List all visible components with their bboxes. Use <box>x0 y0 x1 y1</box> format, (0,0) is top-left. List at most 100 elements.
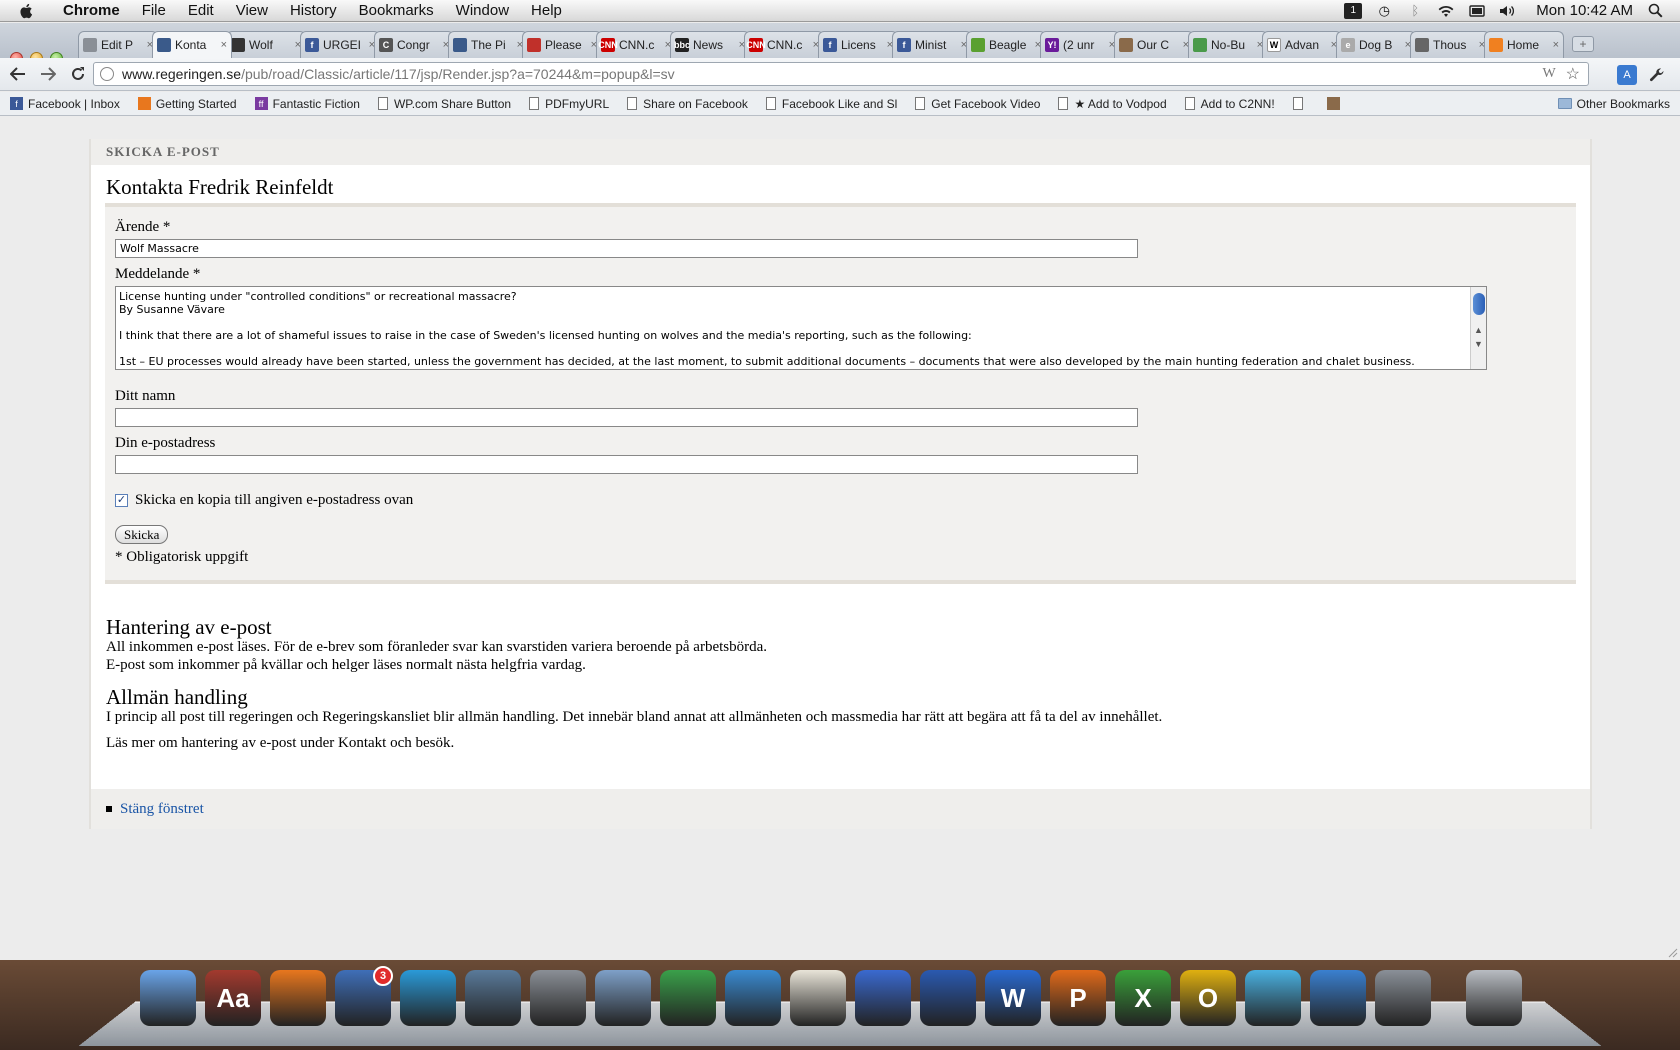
ichat-status-icon[interactable]: 1 <box>1344 2 1363 19</box>
textedit-icon[interactable] <box>790 970 846 1026</box>
bookmark-8[interactable]: ★ Add to Vodpod <box>1058 97 1167 111</box>
itunes-icon[interactable] <box>855 970 911 1026</box>
tab-0[interactable]: Edit P × <box>78 31 158 58</box>
tab-10[interactable]: f Licens × <box>818 31 898 58</box>
tab-15[interactable]: No-Bu × <box>1188 31 1268 58</box>
tab-close-icon[interactable]: × <box>221 39 227 51</box>
download-icon[interactable] <box>1310 970 1366 1026</box>
scrollbar-thumb[interactable] <box>1473 293 1485 315</box>
iphoto-icon[interactable] <box>465 970 521 1026</box>
message-scrollbar[interactable]: ▲ ▼ <box>1470 287 1486 369</box>
copy-checkbox-label[interactable]: Skicka en kopia till angiven e-postadres… <box>135 492 413 509</box>
email-input[interactable] <box>115 455 1138 474</box>
menu-history[interactable]: History <box>279 2 348 19</box>
scroll-down-arrow-icon[interactable]: ▼ <box>1474 339 1483 349</box>
tab-18[interactable]: Thous × <box>1410 31 1490 58</box>
apple-menu-icon[interactable] <box>16 2 38 20</box>
menu-file[interactable]: File <box>131 2 177 19</box>
scroll-up-arrow-icon[interactable]: ▲ <box>1474 325 1483 335</box>
reload-button[interactable] <box>66 62 90 86</box>
menu-bar: Chrome File Edit View History Bookmarks … <box>0 0 1680 22</box>
tab-19[interactable]: Home × <box>1484 31 1564 58</box>
bookmark-7[interactable]: Get Facebook Video <box>915 97 1040 111</box>
flip-video-icon[interactable] <box>400 970 456 1026</box>
tab-16[interactable]: W Advan × <box>1262 31 1342 58</box>
outlook-icon[interactable]: O <box>1180 970 1236 1026</box>
spotlight-search-icon[interactable] <box>1646 3 1664 19</box>
trash-icon[interactable] <box>1466 970 1522 1026</box>
translate-extension-icon[interactable]: A <box>1617 65 1637 85</box>
bookmark-label: Facebook | Inbox <box>28 96 120 111</box>
name-input[interactable] <box>115 408 1138 427</box>
tab-17[interactable]: e Dog B × <box>1336 31 1416 58</box>
tab-7[interactable]: CNN CNN.c × <box>596 31 676 58</box>
excel-icon[interactable]: X <box>1115 970 1171 1026</box>
address-bar[interactable]: www.regeringen.se /pub/road/Classic/arti… <box>93 62 1589 86</box>
battery-icon[interactable] <box>1468 3 1486 19</box>
dictionary-icon[interactable]: Aa <box>205 970 261 1026</box>
bookmark-5[interactable]: Share on Facebook <box>627 97 748 111</box>
bookmark-10[interactable] <box>1292 97 1309 110</box>
time-machine-icon[interactable]: ◷ <box>1375 3 1393 19</box>
menu-bookmarks[interactable]: Bookmarks <box>348 2 445 19</box>
new-tab-button[interactable]: + <box>1572 36 1594 52</box>
finder-icon[interactable] <box>140 970 196 1026</box>
menu-app-chrome[interactable]: Chrome <box>52 2 131 19</box>
bookmark-6[interactable]: Facebook Like and Sl <box>765 97 897 111</box>
menu-clock[interactable]: Mon 10:42 AM <box>1536 2 1633 19</box>
remote-desktop-icon[interactable] <box>1375 970 1431 1026</box>
chrome-icon[interactable] <box>660 970 716 1026</box>
menu-edit[interactable]: Edit <box>177 2 225 19</box>
messenger-icon[interactable] <box>1245 970 1301 1026</box>
tab-4[interactable]: C Congr × <box>374 31 454 58</box>
wifi-icon[interactable] <box>1437 3 1455 19</box>
bookmark-4[interactable]: PDFmyURL <box>529 97 609 111</box>
thunderbird-icon[interactable]: 3 <box>335 966 393 1026</box>
close-window-link[interactable]: Stäng fönstret <box>120 801 204 818</box>
tab-1[interactable]: Konta × <box>152 31 232 58</box>
regeringen-icon <box>453 38 467 52</box>
message-textarea[interactable]: License hunting under "controlled condit… <box>115 286 1487 370</box>
bookmark-star-icon[interactable]: ☆ <box>1566 64 1580 84</box>
tab-12[interactable]: Beagle × <box>966 31 1046 58</box>
bookmark-11[interactable] <box>1326 97 1345 110</box>
forward-button[interactable] <box>36 62 60 86</box>
wikipedia-extension-icon[interactable]: W <box>1542 66 1555 82</box>
tab-8[interactable]: bbc News × <box>670 31 750 58</box>
menu-window[interactable]: Window <box>445 2 520 19</box>
tab-3[interactable]: f URGEI × <box>300 31 380 58</box>
resize-grip-icon[interactable] <box>1668 948 1678 958</box>
quicktime-icon[interactable] <box>920 970 976 1026</box>
copy-checkbox[interactable]: ✓ <box>115 494 128 507</box>
system-preferences-icon[interactable] <box>530 970 586 1026</box>
bookmark-1[interactable]: Getting Started <box>137 97 237 111</box>
word-icon[interactable]: W <box>985 970 1041 1026</box>
menu-view[interactable]: View <box>225 2 279 19</box>
tab-14[interactable]: Our C × <box>1114 31 1194 58</box>
tab-2[interactable]: Wolf × <box>226 31 306 58</box>
submit-button[interactable]: Skicka <box>115 525 169 544</box>
bookmark-3[interactable]: WP.com Share Button <box>377 97 511 111</box>
wrench-menu-icon[interactable] <box>1647 65 1667 85</box>
safari-icon[interactable] <box>725 970 781 1026</box>
back-button[interactable] <box>6 62 30 86</box>
powerpoint-icon[interactable]: P <box>1050 970 1106 1026</box>
subject-input[interactable] <box>115 239 1138 258</box>
volume-icon[interactable] <box>1499 3 1517 19</box>
bluetooth-icon[interactable]: ᛒ <box>1406 3 1424 19</box>
tab-title: Home <box>1507 38 1540 52</box>
bookmark-0[interactable]: f Facebook | Inbox <box>10 97 120 111</box>
page-info-icon[interactable] <box>100 67 114 81</box>
tab-close-icon[interactable]: × <box>1553 39 1559 51</box>
bookmark-9[interactable]: Add to C2NN! <box>1184 97 1275 111</box>
other-bookmarks-folder[interactable]: Other Bookmarks <box>1557 97 1670 111</box>
tab-13[interactable]: Y! (2 unr × <box>1040 31 1120 58</box>
tab-9[interactable]: CNN CNN.c × <box>744 31 824 58</box>
menu-help[interactable]: Help <box>520 2 573 19</box>
tab-6[interactable]: Please × <box>522 31 602 58</box>
bookmark-2[interactable]: ff Fantastic Fiction <box>254 97 360 111</box>
preview-icon[interactable] <box>595 970 651 1026</box>
firefox-icon[interactable] <box>270 970 326 1026</box>
tab-5[interactable]: The Pi × <box>448 31 528 58</box>
tab-11[interactable]: f Minist × <box>892 31 972 58</box>
